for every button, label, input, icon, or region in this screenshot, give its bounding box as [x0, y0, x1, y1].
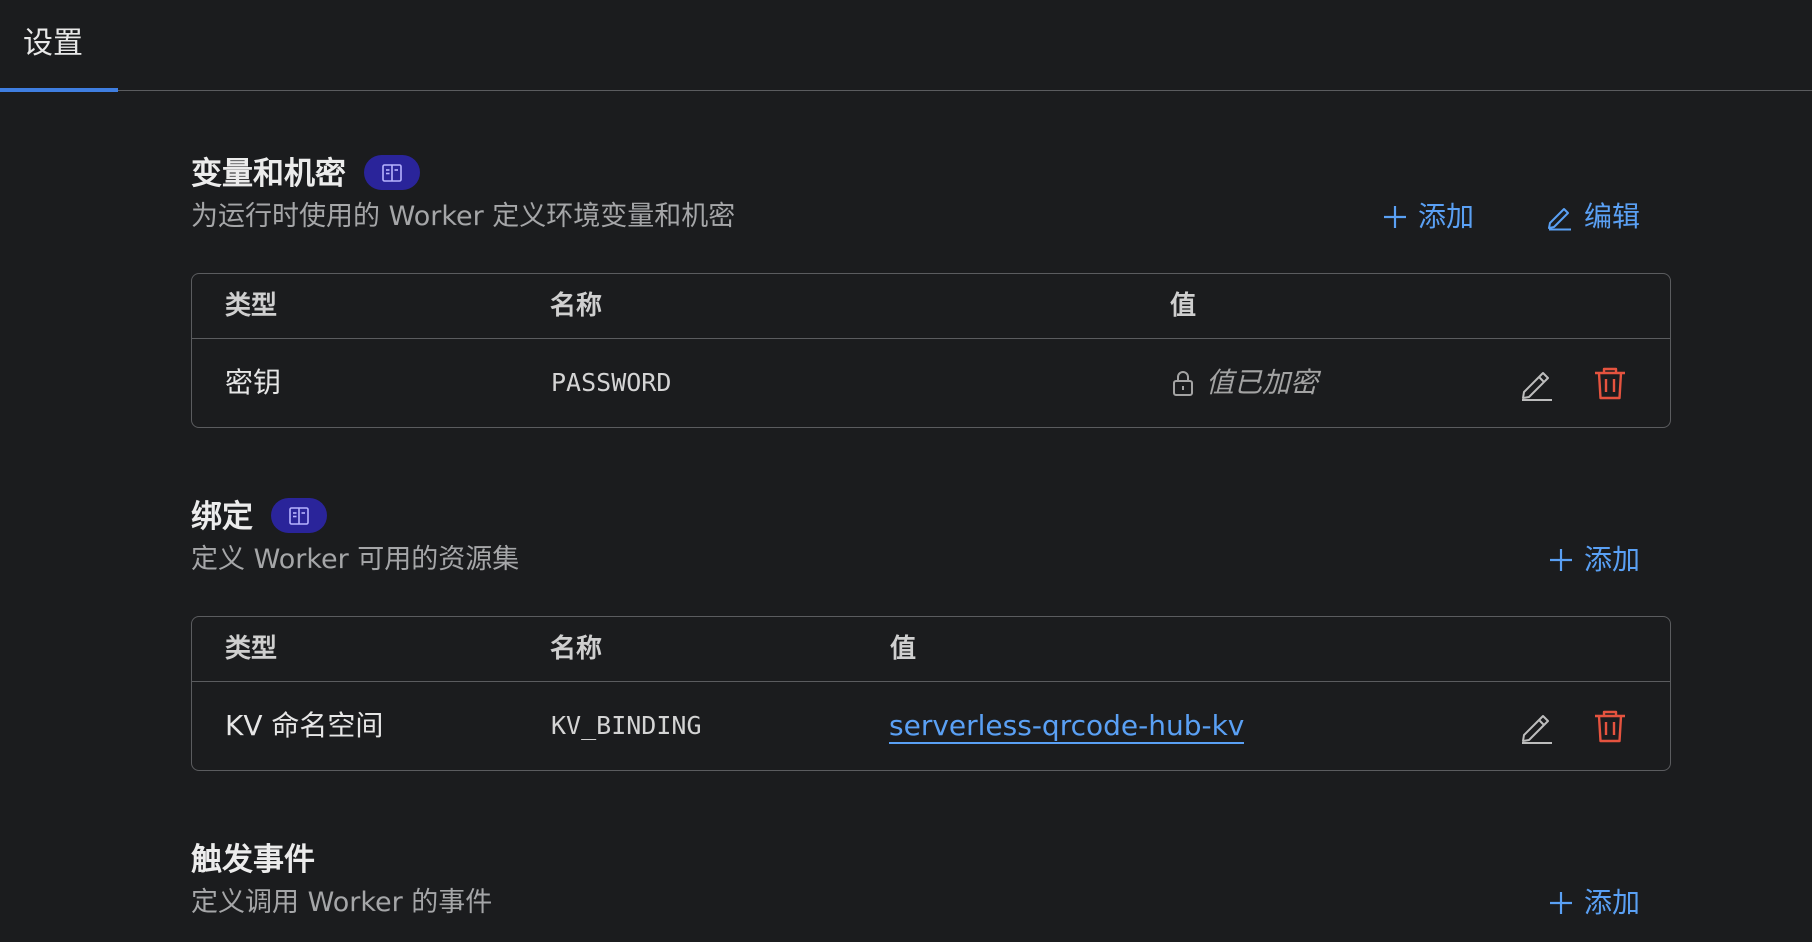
column-name: 名称: [550, 634, 603, 664]
variables-add-label: 添加: [1417, 200, 1474, 233]
encrypted-value: 值已加密: [1172, 339, 1318, 427]
tab-bar: 设置: [0, 0, 1812, 92]
book-icon: [289, 506, 309, 525]
encrypted-value-text: 值已加密: [1206, 366, 1319, 399]
bindings-title-text: 绑定: [191, 499, 253, 535]
edit-pencil-icon[interactable]: [1519, 708, 1555, 744]
column-type: 类型: [225, 634, 278, 664]
bindings-add-label: 添加: [1583, 543, 1640, 576]
trash-icon[interactable]: [1592, 708, 1628, 744]
kv-namespace-link[interactable]: serverless-qrcode-hub-kv: [889, 710, 1245, 744]
book-icon: [382, 163, 402, 182]
row-value: 值已加密: [1172, 339, 1318, 427]
lock-icon: [1173, 371, 1193, 396]
variables-edit-label: 编辑: [1583, 200, 1640, 233]
tab-settings[interactable]: 设置: [23, 22, 83, 66]
variables-add-button[interactable]: 添加: [1382, 198, 1474, 236]
table-row: KV 命名空间 KV_BINDING serverless-qrcode-hub…: [192, 682, 1670, 770]
bindings-table: 类型 名称 值 KV 命名空间 KV_BINDING serverless-qr…: [191, 616, 1671, 771]
bindings-description: 定义 Worker 可用的资源集: [191, 544, 520, 575]
variables-title-text: 变量和机密: [191, 156, 346, 192]
triggers-add-label: 添加: [1583, 886, 1640, 919]
bindings-actions: 添加: [1548, 541, 1640, 579]
bindings-table-header: 类型 名称 值: [192, 617, 1670, 682]
variables-title: 变量和机密: [191, 152, 420, 196]
variables-docs-badge[interactable]: [364, 155, 420, 190]
bindings-docs-badge[interactable]: [271, 498, 327, 533]
row-value: serverless-qrcode-hub-kv: [889, 682, 1245, 770]
bindings-section: 绑定 定义 Worker 可用的资源集 添加 类型 名称 值 KV 命名空间 K…: [191, 495, 1671, 775]
variables-actions: 添加 编辑: [1382, 198, 1640, 236]
row-type: KV 命名空间: [225, 709, 384, 742]
column-value: 值: [1170, 291, 1197, 321]
triggers-add-button[interactable]: 添加: [1548, 884, 1640, 922]
table-row: 密钥 PASSWORD 值已加密: [192, 339, 1670, 427]
plus-icon: [1383, 206, 1406, 228]
triggers-section: 触发事件 定义调用 Worker 的事件 添加: [191, 838, 1671, 938]
variables-edit-button[interactable]: 编辑: [1546, 198, 1640, 236]
triggers-title: 触发事件: [191, 842, 315, 878]
triggers-description: 定义调用 Worker 的事件: [191, 887, 493, 918]
triggers-actions: 添加: [1548, 884, 1640, 922]
column-name: 名称: [550, 291, 603, 321]
bindings-title: 绑定: [191, 495, 327, 539]
row-name: PASSWORD: [551, 368, 672, 397]
variables-table-header: 类型 名称 值: [192, 274, 1670, 339]
plus-icon: [1549, 549, 1572, 571]
tab-active-indicator: [0, 88, 118, 92]
tab-settings-label: 设置: [23, 26, 83, 61]
pencil-icon: [1547, 208, 1571, 231]
plus-icon: [1549, 892, 1572, 914]
column-type: 类型: [225, 291, 278, 321]
bindings-add-button[interactable]: 添加: [1548, 541, 1640, 579]
trash-icon[interactable]: [1592, 365, 1628, 401]
row-name: KV_BINDING: [551, 711, 702, 740]
variables-section: 变量和机密 为运行时使用的 Worker 定义环境变量和机密 添加 编辑 类型 …: [191, 152, 1671, 432]
row-type: 密钥: [225, 366, 282, 399]
variables-description: 为运行时使用的 Worker 定义环境变量和机密: [191, 201, 736, 232]
column-value: 值: [890, 634, 917, 664]
edit-pencil-icon[interactable]: [1519, 365, 1555, 401]
variables-table: 类型 名称 值 密钥 PASSWORD 值已加密: [191, 273, 1671, 428]
